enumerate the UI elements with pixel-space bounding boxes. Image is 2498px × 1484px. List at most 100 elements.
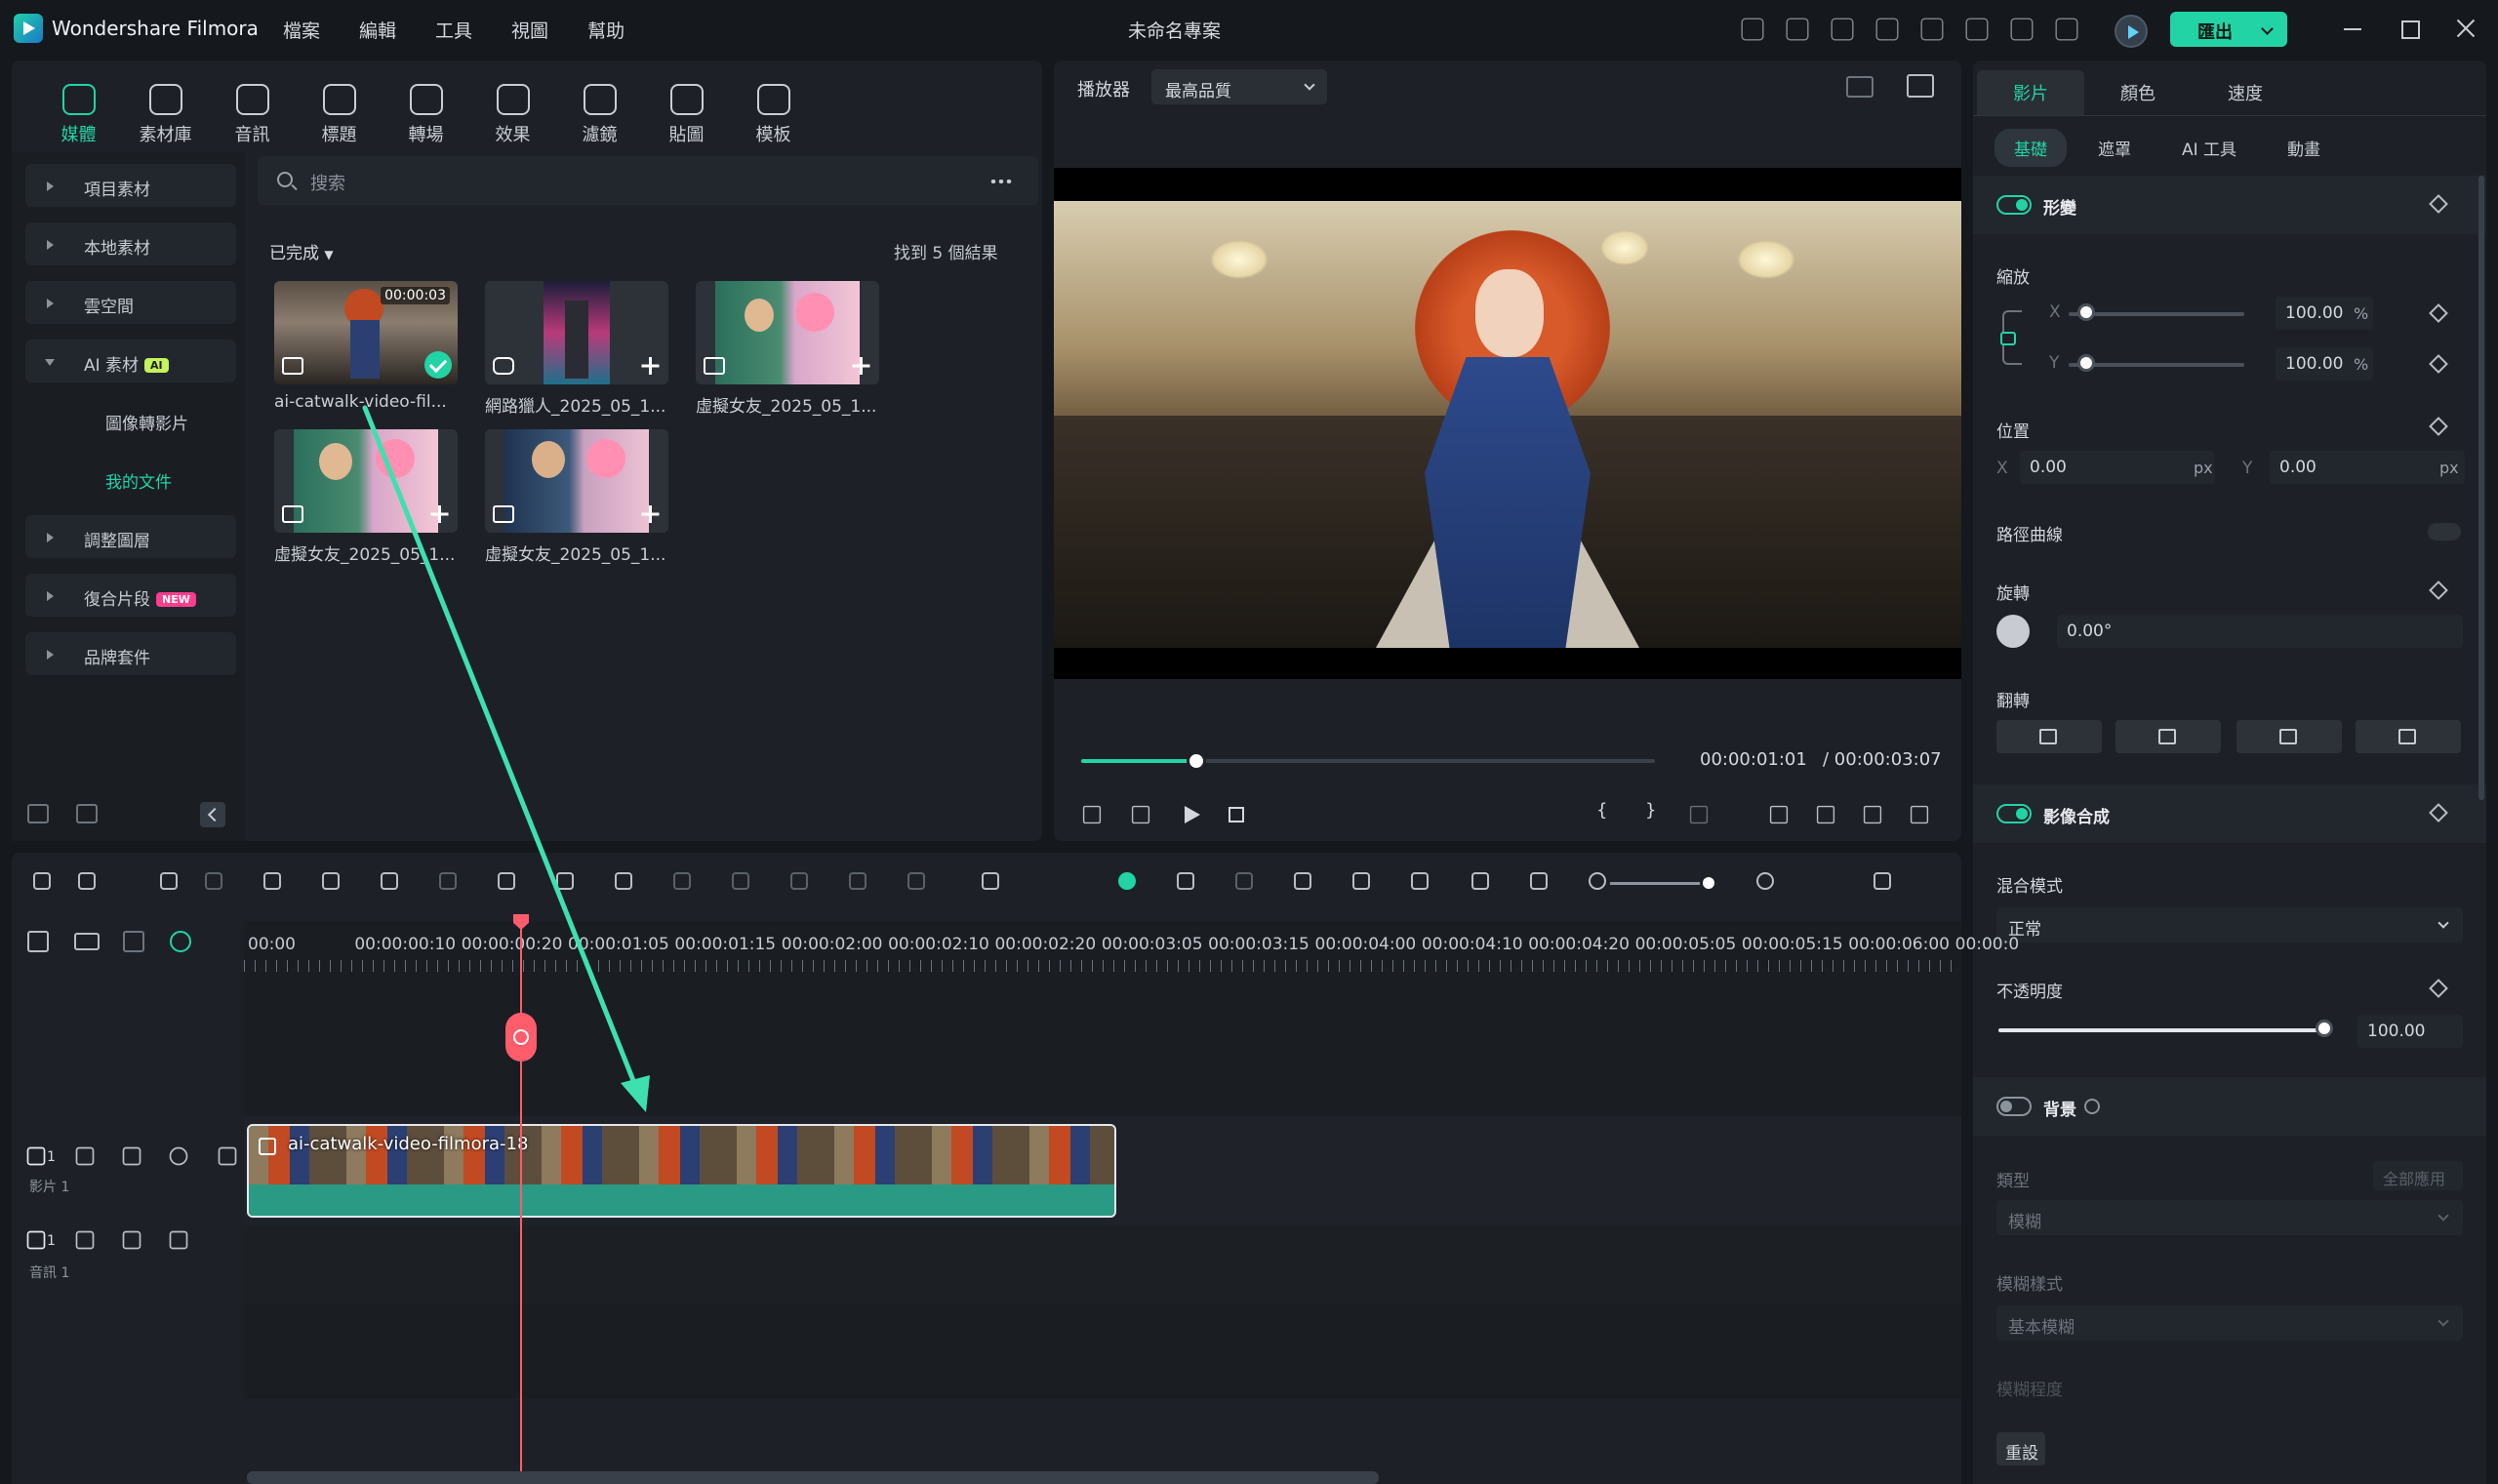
ai-stretch-icon[interactable]	[785, 866, 814, 896]
add-icon[interactable]	[641, 357, 659, 375]
folder-icon[interactable]	[75, 1146, 95, 1166]
effect-tool-icon[interactable]	[609, 866, 638, 896]
position-x-input[interactable]: 0.00	[2020, 451, 2215, 484]
search-bar[interactable]	[258, 156, 1038, 205]
fit-icon[interactable]	[1524, 866, 1553, 896]
render-icon[interactable]	[1229, 866, 1259, 896]
track-settings-icon[interactable]	[1868, 866, 1897, 896]
track-layout-icon[interactable]	[123, 931, 144, 952]
scale-y-slider[interactable]	[2069, 363, 2244, 367]
position-y-input[interactable]: 0.00	[2270, 451, 2465, 484]
media-item[interactable]: 虛擬女友_2025_05_1...	[696, 281, 879, 417]
headset-icon[interactable]	[2010, 18, 2034, 41]
tab-media[interactable]: 媒體	[35, 70, 122, 146]
layout-icon[interactable]	[27, 866, 57, 896]
maximize-button[interactable]	[2397, 16, 2422, 41]
lock-icon[interactable]	[169, 1230, 188, 1250]
select-tool-icon[interactable]	[72, 866, 101, 896]
split-icon[interactable]	[316, 866, 345, 896]
menu-file[interactable]: 檔案	[283, 17, 320, 43]
media-item[interactable]: 網路獵人_2025_05_1...	[485, 281, 668, 417]
folder-icon[interactable]	[76, 804, 98, 823]
split-playhead-button[interactable]	[505, 1013, 537, 1062]
display-icon[interactable]	[1769, 805, 1789, 824]
help-icon[interactable]	[2084, 1099, 2100, 1114]
play-frame-icon[interactable]	[1131, 805, 1150, 824]
tab-templates[interactable]: 模板	[730, 70, 817, 146]
sidebar-item-adjustment-layer[interactable]: 調整圖層	[25, 515, 236, 558]
crop-icon[interactable]	[375, 866, 404, 896]
new-folder-icon[interactable]	[27, 804, 49, 823]
scale-y-knob[interactable]	[2077, 354, 2095, 372]
path-curve-toggle[interactable]	[2428, 523, 2461, 541]
calendar-icon[interactable]	[1831, 18, 1854, 41]
media-item[interactable]: 虛擬女友_2025_05_1...	[485, 429, 668, 565]
transform-toggle[interactable]	[1996, 195, 2032, 215]
zoom-in-icon[interactable]	[1751, 866, 1780, 896]
tab-audio[interactable]: 音訊	[209, 70, 296, 146]
gift-icon[interactable]	[1741, 18, 1764, 41]
microphone-icon[interactable]	[1347, 866, 1376, 896]
compositing-toggle[interactable]	[1996, 804, 2032, 823]
keyframe-icon[interactable]	[2429, 194, 2448, 214]
sidebar-item-compound-clip[interactable]: 復合片段 NEW	[25, 574, 236, 617]
sidebar-item-ai-media[interactable]: AI 素材 AI	[25, 340, 236, 382]
camera-icon[interactable]	[1816, 805, 1835, 824]
cloud-icon[interactable]	[1965, 18, 1989, 41]
subtab-ai-tools[interactable]: AI 工具	[2162, 129, 2256, 167]
tab-video[interactable]: 影片	[1977, 70, 2084, 115]
more-tools-icon[interactable]	[976, 866, 1005, 896]
undo-icon[interactable]	[154, 866, 183, 896]
search-input[interactable]: 搜索	[310, 170, 345, 195]
sidebar-item-cloud[interactable]: 雲空間	[25, 281, 236, 324]
magnet-icon[interactable]	[170, 931, 191, 952]
audio-edit-icon[interactable]	[433, 866, 463, 896]
shape-icon[interactable]	[550, 866, 580, 896]
grid-icon[interactable]	[2055, 18, 2078, 41]
keyframe-icon[interactable]	[2429, 803, 2448, 822]
add-icon[interactable]	[641, 505, 659, 523]
sidebar-item-brand-kit[interactable]: 品牌套件	[25, 632, 236, 675]
user-avatar[interactable]	[2115, 15, 2148, 48]
sidebar-item-project-media[interactable]: 項目素材	[25, 164, 236, 207]
tab-titles[interactable]: 標題	[296, 70, 383, 146]
opacity-slider[interactable]	[1998, 1028, 2324, 1032]
properties-scrollbar[interactable]	[2478, 176, 2484, 800]
tab-stock[interactable]: 素材庫	[122, 70, 209, 146]
delete-icon[interactable]	[258, 866, 287, 896]
ai-audio-icon[interactable]	[726, 866, 755, 896]
grid-view-icon[interactable]	[1846, 76, 1874, 98]
subtab-animation[interactable]: 動畫	[2268, 129, 2340, 167]
flip-vertical-button[interactable]	[2115, 720, 2221, 753]
scale-x-slider[interactable]	[2069, 312, 2244, 316]
opacity-knob[interactable]	[2316, 1020, 2333, 1037]
add-track-icon[interactable]	[27, 931, 49, 952]
background-type-select[interactable]: 模糊	[1996, 1200, 2463, 1235]
sidebar-item-local-media[interactable]: 本地素材	[25, 222, 236, 265]
tab-transitions[interactable]: 轉場	[383, 70, 469, 146]
tab-speed[interactable]: 速度	[2192, 70, 2299, 115]
sidebar-sub-image-to-video[interactable]: 圖像轉影片	[105, 410, 188, 434]
subtab-basic[interactable]: 基礎	[1994, 129, 2067, 167]
media-item[interactable]: 虛擬女友_2025_05_1...	[274, 429, 458, 565]
menu-tools[interactable]: 工具	[435, 17, 472, 43]
subtab-mask[interactable]: 遮罩	[2078, 129, 2151, 167]
scale-x-knob[interactable]	[2077, 303, 2095, 321]
text-icon[interactable]	[492, 866, 521, 896]
play-icon[interactable]	[1179, 802, 1204, 827]
status-filter-dropdown[interactable]: 已完成 ▼	[269, 239, 334, 263]
auto-beat-icon[interactable]	[1171, 866, 1200, 896]
add-icon[interactable]	[430, 505, 448, 523]
snapshot-icon[interactable]	[1466, 866, 1495, 896]
rotate-left-button[interactable]	[2236, 720, 2342, 753]
volume-icon[interactable]	[1863, 805, 1882, 824]
menu-help[interactable]: 幫助	[587, 17, 624, 43]
reset-button[interactable]: 重設	[1996, 1432, 2045, 1465]
playhead[interactable]	[520, 914, 522, 1484]
add-icon[interactable]	[852, 357, 869, 375]
audio-mixer-icon[interactable]	[1405, 866, 1434, 896]
tab-stickers[interactable]: 貼圖	[643, 70, 730, 146]
video-clip[interactable]: ai-catwalk-video-filmora-18	[247, 1124, 1116, 1218]
opacity-input[interactable]: 100.00	[2357, 1015, 2463, 1048]
stop-icon[interactable]	[1224, 802, 1249, 827]
